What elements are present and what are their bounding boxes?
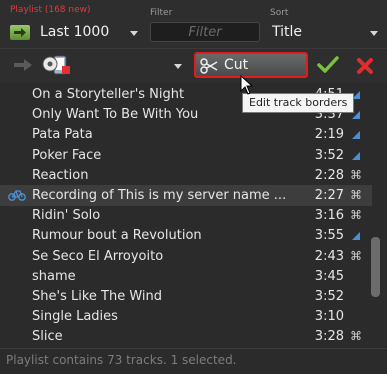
arrow-right-icon xyxy=(14,28,26,37)
track-row[interactable]: Slice 3:28 ⌘ xyxy=(0,326,372,347)
checkmark-icon[interactable] xyxy=(317,55,339,75)
track-row[interactable]: Rumour bout a Revolution 3:55 xyxy=(0,225,372,246)
playlist-label: Playlist (168 new) xyxy=(10,5,91,15)
track-row[interactable]: Poker Face 3:52 xyxy=(0,145,372,166)
track-duration: 2:28 xyxy=(314,167,344,183)
playlist-dropdown-icon[interactable] xyxy=(130,31,138,36)
track-title: Poker Face xyxy=(32,147,102,163)
track-row[interactable]: Ridin' Solo 3:16 ⌘ xyxy=(0,205,372,226)
cut-mark-icon: ⌘ xyxy=(350,188,362,202)
tools-dropdown-icon[interactable] xyxy=(174,64,182,69)
cut-mark-icon: ⌘ xyxy=(350,167,362,182)
track-title: Single Ladies xyxy=(32,309,118,325)
track-list: On a Storyteller's Night4:51Only Want To… xyxy=(0,84,372,346)
track-duration: 2:43 xyxy=(314,248,344,264)
track-title: Ridin' Solo xyxy=(32,208,101,224)
cut-mark-icon: ⌘ xyxy=(350,208,362,223)
scrollbar-track[interactable] xyxy=(372,84,387,346)
track-duration: 2:27 xyxy=(314,188,344,203)
track-title: shame xyxy=(32,268,76,284)
filter-input[interactable] xyxy=(150,22,260,42)
bicycle-icon xyxy=(8,190,26,201)
tooltip: Edit track borders xyxy=(242,93,355,113)
track-title: Reaction xyxy=(32,167,89,183)
track-row[interactable]: She's Like The Wind 3:52 xyxy=(0,286,372,307)
track-duration: 3:55 xyxy=(314,228,344,244)
cut-button-label: Cut xyxy=(224,57,249,73)
filter-label: Filter xyxy=(150,8,173,18)
track-duration: 2:19 xyxy=(314,127,344,143)
cut-mark-icon: ⌘ xyxy=(350,248,362,263)
track-title: She's Like The Wind xyxy=(32,289,162,304)
close-icon[interactable] xyxy=(356,57,374,75)
track-title: Recording of This is my server name ... xyxy=(32,188,287,203)
blue-triangle-icon xyxy=(352,151,360,160)
track-title: Se Seco El Arroyoito xyxy=(32,248,164,264)
scissors-icon xyxy=(200,58,218,74)
track-title: Slice xyxy=(32,329,63,345)
track-duration: 3:52 xyxy=(314,289,344,304)
track-duration: 3:16 xyxy=(314,208,344,224)
track-duration: 3:45 xyxy=(314,268,344,284)
sort-label: Sort xyxy=(270,8,289,18)
blue-triangle-icon xyxy=(352,131,360,140)
sort-dropdown-icon[interactable] xyxy=(370,31,378,36)
track-row[interactable]: Single Ladies 3:10 xyxy=(0,306,372,327)
status-bar: Playlist contains 73 tracks. 1 selected. xyxy=(0,348,387,374)
track-duration: 3:28 xyxy=(314,329,344,345)
cut-mark-icon: ⌘ xyxy=(350,329,362,344)
tools-icon[interactable] xyxy=(40,52,74,78)
arrow-right-disabled-icon xyxy=(14,59,32,71)
track-row[interactable]: shame 3:45 xyxy=(0,266,372,287)
track-row[interactable]: Se Seco El Arroyoito 2:43 ⌘ xyxy=(0,246,372,267)
track-duration: 3:52 xyxy=(314,147,344,163)
status-text: Playlist contains 73 tracks. 1 selected. xyxy=(6,353,237,367)
playlist-arrow-icon[interactable] xyxy=(10,25,30,40)
playlist-select-value[interactable]: Last 1000 xyxy=(40,24,109,40)
track-row-selected[interactable]: Recording of This is my server name ... 2… xyxy=(0,185,372,206)
track-title: Pata Pata xyxy=(32,127,93,143)
sort-select-value[interactable]: Title xyxy=(272,24,302,40)
mouse-cursor-icon xyxy=(240,75,254,95)
scrollbar-thumb[interactable] xyxy=(371,237,380,297)
blue-triangle-icon xyxy=(352,232,360,241)
track-duration: 3:10 xyxy=(314,309,344,325)
track-row[interactable]: Pata Pata 2:19 xyxy=(0,124,372,145)
track-title: Rumour bout a Revolution xyxy=(32,228,202,244)
track-row[interactable]: Reaction 2:28 ⌘ xyxy=(0,165,372,186)
